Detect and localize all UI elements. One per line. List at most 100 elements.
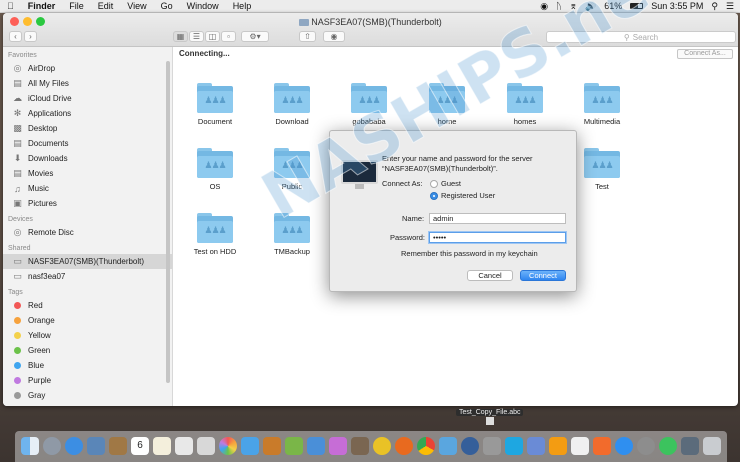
sidebar-item-remote-disc[interactable]: ◎ Remote Disc (3, 225, 172, 240)
folder-item[interactable]: ♟♟♟ Multimedia (567, 83, 637, 126)
folder-item[interactable]: ♟♟♟ home (412, 83, 482, 126)
folder-item[interactable]: ♟♟♟ Test (567, 148, 637, 191)
chrome-dock-icon[interactable] (417, 437, 435, 455)
wifi-icon[interactable]: ⌆ (570, 1, 578, 12)
music-dock-icon[interactable] (571, 437, 589, 455)
app-dock-icon[interactable] (373, 437, 391, 455)
reminders-dock-icon[interactable] (175, 437, 193, 455)
search-field[interactable]: ⚲ Search (546, 31, 736, 43)
guest-label[interactable]: Guest (441, 179, 461, 188)
app-store-dock-icon[interactable] (615, 437, 633, 455)
sidebar-item-movies[interactable]: ▤ Movies (3, 166, 172, 181)
sidebar-tag-green[interactable]: Green (3, 343, 172, 358)
guest-radio[interactable] (430, 180, 438, 188)
sidebar-item-downloads[interactable]: ⬇ Downloads (3, 151, 172, 166)
finder-dock-icon[interactable] (21, 437, 39, 455)
menu-finder[interactable]: Finder (21, 1, 63, 11)
clock[interactable]: Sun 3:55 PM (651, 1, 703, 11)
sidebar-tag-orange[interactable]: Orange (3, 313, 172, 328)
password-field[interactable]: ••••• (429, 232, 566, 243)
sidebar-item-music[interactable]: ♫ Music (3, 181, 172, 196)
ibooks-dock-icon[interactable] (593, 437, 611, 455)
sidebar-item-pictures[interactable]: ▣ Pictures (3, 196, 172, 211)
calendar-dock-icon[interactable]: 6 (131, 437, 149, 455)
connect-button[interactable]: Connect (520, 270, 566, 281)
keynote-dock-icon[interactable] (307, 437, 325, 455)
sidebar-tag-purple[interactable]: Purple (3, 373, 172, 388)
sidebar-item-icloud-drive[interactable]: ☁ iCloud Drive (3, 91, 172, 106)
sidebar-item-all-my-files[interactable]: ▤ All My Files (3, 76, 172, 91)
skype-dock-icon[interactable] (505, 437, 523, 455)
sidebar-scrollbar[interactable] (166, 61, 170, 383)
sidebar-item-nasf3ea07[interactable]: ▭ nasf3ea07 (3, 269, 172, 284)
app-dock-icon[interactable] (461, 437, 479, 455)
app-dock-icon[interactable] (351, 437, 369, 455)
sidebar-tag-yellow[interactable]: Yellow (3, 328, 172, 343)
battery-percent[interactable]: 61% (604, 1, 622, 11)
folder-item[interactable]: ♟♟♟ OS (180, 148, 250, 191)
name-field[interactable]: admin (429, 213, 566, 224)
sidebar-item-documents[interactable]: ▤ Documents (3, 136, 172, 151)
line-dock-icon[interactable] (659, 437, 677, 455)
tags-button[interactable]: ◉ (323, 31, 345, 42)
mail-dock-icon[interactable] (87, 437, 105, 455)
column-view-button[interactable]: ◫ (205, 31, 220, 42)
menu-file[interactable]: File (62, 1, 91, 11)
menu-help[interactable]: Help (226, 1, 259, 11)
safari-dock-icon[interactable] (65, 437, 83, 455)
folder-item[interactable]: ♟♟♟ TMBackup (257, 213, 327, 256)
share-button[interactable]: ⇧ (299, 31, 316, 42)
folder-item[interactable]: ♟♟♟ Download (257, 83, 327, 126)
apple-icon[interactable]:  (0, 1, 21, 11)
action-gear-button[interactable]: ⚙▾ (241, 31, 269, 42)
itunes-dock-icon[interactable] (329, 437, 347, 455)
app-dock-icon[interactable] (527, 437, 545, 455)
photos-dock-icon[interactable] (219, 437, 237, 455)
sidebar-item-applications[interactable]: ✻ Applications (3, 106, 172, 121)
registered-user-radio[interactable] (430, 192, 438, 200)
folder-item[interactable]: ♟♟♟ Public (257, 148, 327, 191)
sidebar-item-airdrop[interactable]: ◎ AirDrop (3, 61, 172, 76)
app-dock-icon[interactable] (483, 437, 501, 455)
folder-stack-dock-icon[interactable] (681, 437, 699, 455)
sidebar-tag-gray[interactable]: Gray (3, 388, 172, 403)
numbers-dock-icon[interactable] (285, 437, 303, 455)
folder-item[interactable]: ♟♟♟ homes (490, 83, 560, 126)
sidebar-tag-blue[interactable]: Blue (3, 358, 172, 373)
list-view-button[interactable]: ☰ (189, 31, 204, 42)
preview-dock-icon[interactable] (197, 437, 215, 455)
pages-dock-icon[interactable] (263, 437, 281, 455)
spotlight-icon[interactable]: ⚲ (711, 1, 718, 12)
remember-password-checkbox[interactable]: Remember this password in my keychain (401, 249, 538, 258)
registered-user-label[interactable]: Registered User (441, 191, 495, 200)
menu-go[interactable]: Go (154, 1, 180, 11)
forward-button[interactable]: › (24, 31, 37, 42)
status-icon[interactable]: ◉ (540, 1, 548, 12)
sidebar-tag-red[interactable]: Red (3, 298, 172, 313)
sidebar-item-desktop[interactable]: ▩ Desktop (3, 121, 172, 136)
vlc-dock-icon[interactable] (549, 437, 567, 455)
folder-item[interactable]: ♟♟♟ Test on HDD (180, 213, 250, 256)
notes-dock-icon[interactable] (153, 437, 171, 455)
cover-flow-button[interactable]: ▫ (221, 31, 236, 42)
bluetooth-icon[interactable]: ᚢ (556, 1, 561, 11)
folder-item[interactable]: ♟♟♟ gobababa (334, 83, 404, 126)
messages-dock-icon[interactable] (241, 437, 259, 455)
sidebar-item-nas-smb[interactable]: ▭ NASF3EA07(SMB)(Thunderbolt) (3, 254, 172, 269)
connect-as-button[interactable]: Connect As... (677, 49, 733, 59)
system-preferences-dock-icon[interactable] (637, 437, 655, 455)
menu-window[interactable]: Window (180, 1, 226, 11)
volume-icon[interactable]: 🔊 (585, 1, 596, 12)
folder-item[interactable]: ♟♟♟ Document (180, 83, 250, 126)
notification-center-icon[interactable]: ☰ (726, 1, 734, 12)
menu-view[interactable]: View (120, 1, 153, 11)
battery-icon[interactable] (630, 3, 644, 9)
menu-edit[interactable]: Edit (91, 1, 121, 11)
launchpad-dock-icon[interactable] (43, 437, 61, 455)
firefox-dock-icon[interactable] (395, 437, 413, 455)
trash-dock-icon[interactable] (703, 437, 721, 455)
icon-view-button[interactable]: ▦ (173, 31, 188, 42)
app-dock-icon[interactable] (439, 437, 457, 455)
back-button[interactable]: ‹ (9, 31, 22, 42)
cancel-button[interactable]: Cancel (467, 270, 513, 281)
